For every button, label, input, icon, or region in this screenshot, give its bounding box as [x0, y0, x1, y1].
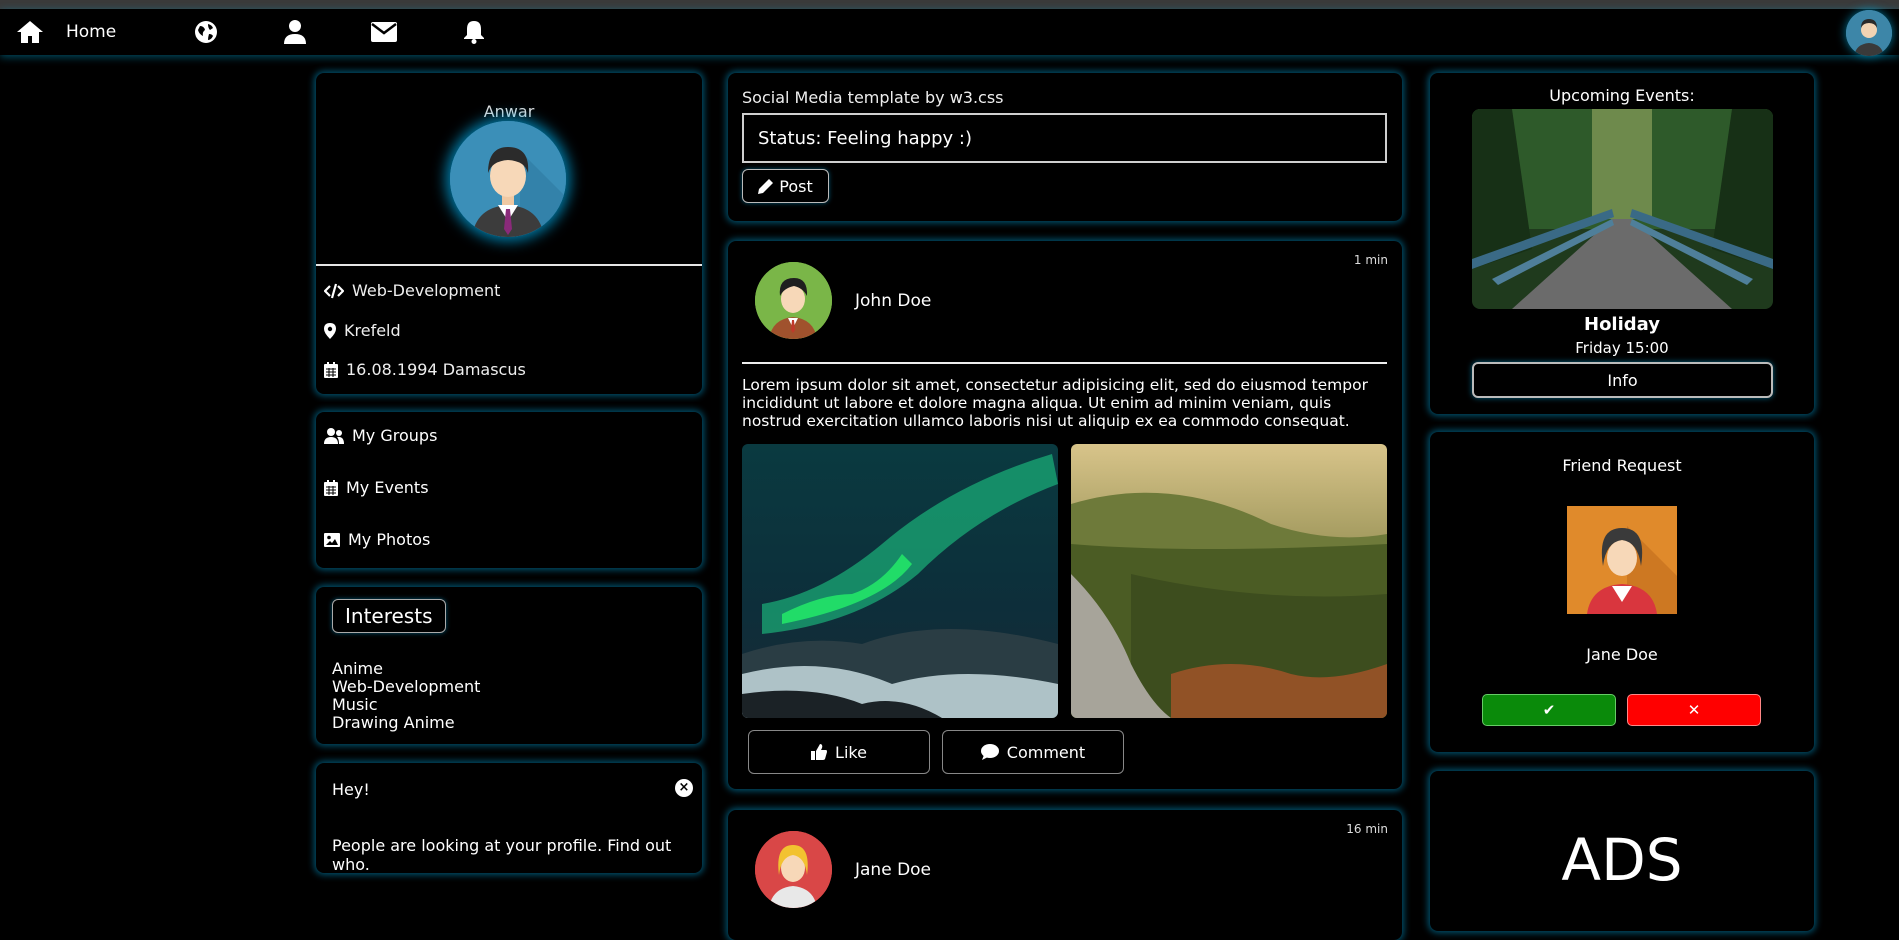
interest-item: Music [332, 695, 378, 714]
ads-card: ADS [1430, 771, 1814, 931]
post-author-avatar [755, 831, 832, 908]
nav-globe-link[interactable] [192, 9, 220, 55]
mountains-image [1071, 444, 1387, 718]
event-date: Friday 15:00 [1575, 339, 1669, 357]
post-card: 1 min John Doe Lorem ipsum dolor sit ame… [728, 241, 1402, 789]
decline-friend-button[interactable]: ✕ [1627, 694, 1761, 726]
bridge-image [1472, 109, 1773, 309]
home-icon [17, 21, 43, 43]
event-info-button[interactable]: Info [1472, 362, 1773, 398]
comment-button[interactable]: Comment [942, 730, 1124, 774]
thumbs-up-icon [811, 744, 828, 760]
friend-avatar [1567, 506, 1677, 614]
status-heading: Social Media template by w3.css [742, 88, 1004, 107]
profile-alert-card: Hey! × People are looking at your profil… [316, 763, 702, 874]
post-author-name[interactable]: Jane Doe [855, 860, 931, 880]
my-groups-label: My Groups [352, 426, 438, 445]
nav-profile-link[interactable] [281, 9, 309, 55]
my-photos-link[interactable]: My Photos [324, 530, 430, 549]
post-body-text: Lorem ipsum dolor sit amet, consectetur … [742, 376, 1368, 430]
profile-location: Krefeld [344, 321, 401, 340]
events-card: Upcoming Events: Holiday Friday 15:00 In… [1430, 73, 1814, 414]
friend-name: Jane Doe [1586, 645, 1658, 664]
interests-card: Interests Anime Web-Development Music Dr… [316, 587, 702, 744]
profile-avatar [450, 121, 566, 237]
my-events-label: My Events [346, 478, 429, 497]
post-image-mountains[interactable] [1071, 444, 1387, 718]
bell-icon [464, 21, 484, 44]
man-avatar-icon [755, 262, 832, 339]
post-button[interactable]: Post [742, 169, 829, 203]
image-icon [324, 532, 340, 547]
nav-user-avatar[interactable] [1846, 10, 1892, 56]
status-card: Social Media template by w3.css Post [728, 73, 1402, 221]
profile-birth-row: 16.08.1994 Damascus [324, 360, 526, 379]
friend-request-card: Friend Request Jane Doe ✔ ✕ [1430, 432, 1814, 752]
nav-notifications-link[interactable] [460, 9, 488, 55]
nav-messages-link[interactable] [370, 9, 398, 55]
pencil-icon [758, 178, 774, 194]
woman-avatar-icon [1567, 506, 1677, 614]
window-top-strip [0, 0, 1899, 9]
my-groups-link[interactable]: My Groups [324, 426, 437, 445]
comment-label: Comment [1006, 742, 1086, 762]
my-events-link[interactable]: My Events [324, 478, 429, 497]
ads-text: ADS [1561, 826, 1683, 894]
calendar-icon [324, 361, 338, 378]
users-icon [324, 427, 344, 444]
post-author-name[interactable]: John Doe [855, 291, 931, 311]
profile-divider [316, 264, 702, 266]
interest-item: Anime [332, 659, 383, 678]
event-image-bridge [1472, 109, 1773, 309]
like-label: Like [835, 742, 867, 762]
alert-title: Hey! [332, 780, 370, 799]
post-time: 1 min [1353, 253, 1388, 267]
post-button-label: Post [779, 176, 813, 196]
woman-avatar-icon [755, 831, 832, 908]
events-heading: Upcoming Events: [1549, 86, 1695, 105]
post-image-aurora[interactable] [742, 444, 1058, 718]
profile-location-row: Krefeld [324, 321, 401, 340]
profile-birth: 16.08.1994 Damascus [346, 360, 526, 379]
links-card: My Groups My Events My Photos [316, 412, 702, 568]
comment-icon [980, 744, 999, 760]
post-author-avatar [755, 262, 832, 339]
aurora-image [742, 444, 1058, 718]
friend-request-heading: Friend Request [1562, 456, 1682, 475]
alert-message: People are looking at your profile. Find… [332, 836, 672, 874]
profile-job-row: Web-Development [324, 281, 500, 300]
calendar-icon [324, 479, 338, 496]
globe-icon [195, 21, 217, 43]
post-time: 16 min [1346, 822, 1388, 836]
interests-list: Anime Web-Development Music Drawing Anim… [332, 660, 480, 732]
nav-home-link[interactable]: Home [16, 9, 116, 55]
avatar-icon [1846, 10, 1892, 56]
my-photos-label: My Photos [348, 530, 431, 549]
close-icon[interactable]: × [675, 779, 693, 797]
interests-title: Interests [332, 599, 446, 633]
profile-name: Anwar [483, 102, 535, 121]
businessman-avatar-icon [450, 121, 566, 237]
user-icon [284, 20, 306, 44]
interest-item: Web-Development [332, 677, 481, 696]
map-marker-icon [324, 322, 336, 339]
status-input[interactable] [742, 113, 1387, 163]
accept-friend-button[interactable]: ✔ [1482, 694, 1616, 726]
nav-home-label: Home [66, 22, 117, 42]
like-button[interactable]: Like [748, 730, 930, 774]
top-navbar: Home [0, 9, 1899, 56]
event-title: Holiday [1584, 314, 1660, 335]
envelope-icon [371, 22, 397, 42]
interest-item: Drawing Anime [332, 713, 455, 732]
profile-card: Anwar Web-Development Krefeld 16.08.1994… [316, 73, 702, 394]
post-card: 16 min Jane Doe [728, 810, 1402, 940]
profile-job: Web-Development [352, 281, 501, 300]
post-divider [742, 362, 1387, 364]
code-icon [324, 283, 344, 298]
